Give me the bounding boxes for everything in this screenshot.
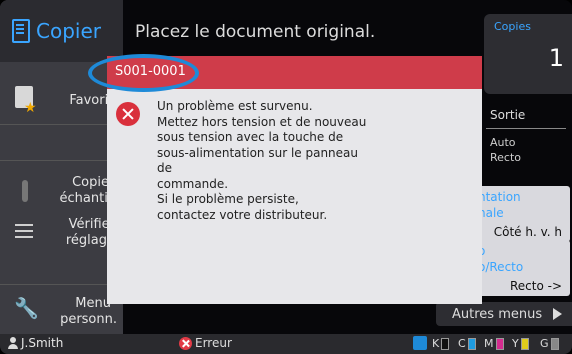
- orientation-button[interactable]: ntation nale Côté h. v. h: [470, 186, 570, 242]
- divider: [0, 124, 123, 125]
- error-status-icon: [179, 336, 192, 350]
- divider: [0, 160, 123, 161]
- sidebar-item-menu-personnalise[interactable]: 🔧 Menu personn.: [0, 292, 123, 332]
- error-icon: [116, 102, 140, 126]
- copies-label: Copies: [494, 20, 531, 33]
- toner-y: Y: [512, 337, 529, 350]
- message-line: Mettez hors tension et de nouveau: [157, 114, 367, 129]
- toner-label: Y: [512, 337, 519, 350]
- toner-level-icon: [441, 337, 450, 350]
- duplex-button[interactable]: o o/Recto Recto ->: [470, 240, 570, 296]
- toner-level-icon: [467, 337, 476, 350]
- toner-m: M: [484, 337, 504, 350]
- toner-g: G: [540, 337, 559, 350]
- orientation-label-1: ntation: [478, 190, 521, 204]
- toner-label: K: [432, 337, 440, 350]
- app-title-bar[interactable]: Copier: [0, 0, 123, 62]
- app-title: Copier: [36, 19, 101, 43]
- divider: [486, 128, 566, 129]
- user-name: J.Smith: [21, 336, 64, 350]
- error-code-highlight: [88, 54, 199, 92]
- sidebar-item-label: Copie: [72, 175, 109, 190]
- toner-k: K: [432, 337, 450, 350]
- message-line: sous-alimentation sur le panneau: [157, 145, 358, 160]
- message-line: contactez votre distributeur.: [157, 207, 328, 222]
- toner-level-icon: [495, 337, 504, 350]
- other-menus-label: Autres menus: [452, 306, 543, 322]
- toner-label: G: [540, 337, 549, 350]
- other-menus-button[interactable]: Autres menus: [436, 302, 572, 326]
- output-label: Sortie: [490, 108, 526, 122]
- wrench-icon: 🔧: [14, 296, 39, 320]
- toner-label: C: [458, 337, 466, 350]
- toner-level-icon: [550, 337, 559, 350]
- sidebar-item-label: personn.: [60, 312, 117, 327]
- copies-value: 1: [548, 44, 564, 72]
- toner-level-icon: [520, 337, 529, 350]
- sidebar-item-verifier-reglage[interactable]: Vérifier réglage: [0, 212, 123, 254]
- arrow-right-icon: [553, 308, 562, 320]
- status-bar: J.Smith Erreur K C M Y G: [0, 334, 572, 354]
- list-icon: [15, 224, 33, 238]
- output-mode-value: Auto: [490, 136, 516, 149]
- message-line: commande.: [157, 176, 229, 191]
- toner-c: C: [458, 337, 476, 350]
- duplex-label-2: o/Recto: [478, 260, 524, 274]
- star-icon: ★: [24, 100, 37, 116]
- message-line: Si le problème persiste,: [157, 192, 299, 206]
- error-message: Un problème est survenu. Mettez hors ten…: [157, 99, 457, 223]
- instruction-message: Placez le document original.: [135, 22, 376, 42]
- output-side-value: Recto: [490, 151, 522, 164]
- network-icon: [413, 336, 427, 350]
- screen: Copier ★ Favoris Copie échantillo Vérifi…: [0, 0, 572, 354]
- orientation-value: Côté h. v. h: [493, 225, 562, 239]
- error-dialog: S001-0001 Un problème est survenu. Mette…: [107, 56, 482, 304]
- message-line: sous tension avec la touche de: [157, 130, 344, 144]
- user-icon: [8, 337, 18, 349]
- message-line: Un problème est survenu.: [157, 99, 313, 113]
- duplex-value: Recto ->: [509, 279, 562, 293]
- copier-icon: [12, 19, 30, 43]
- error-status-label: Erreur: [195, 336, 232, 350]
- user-indicator[interactable]: J.Smith: [8, 336, 63, 350]
- toner-label: M: [484, 337, 494, 350]
- sample-icon: [22, 180, 28, 202]
- sidebar-item-label: Menu: [75, 296, 111, 311]
- error-status[interactable]: Erreur: [179, 336, 232, 350]
- sidebar-item-copie-echantillon[interactable]: Copie échantillo: [0, 170, 123, 210]
- divider: [0, 284, 123, 285]
- message-line: de: [157, 161, 172, 175]
